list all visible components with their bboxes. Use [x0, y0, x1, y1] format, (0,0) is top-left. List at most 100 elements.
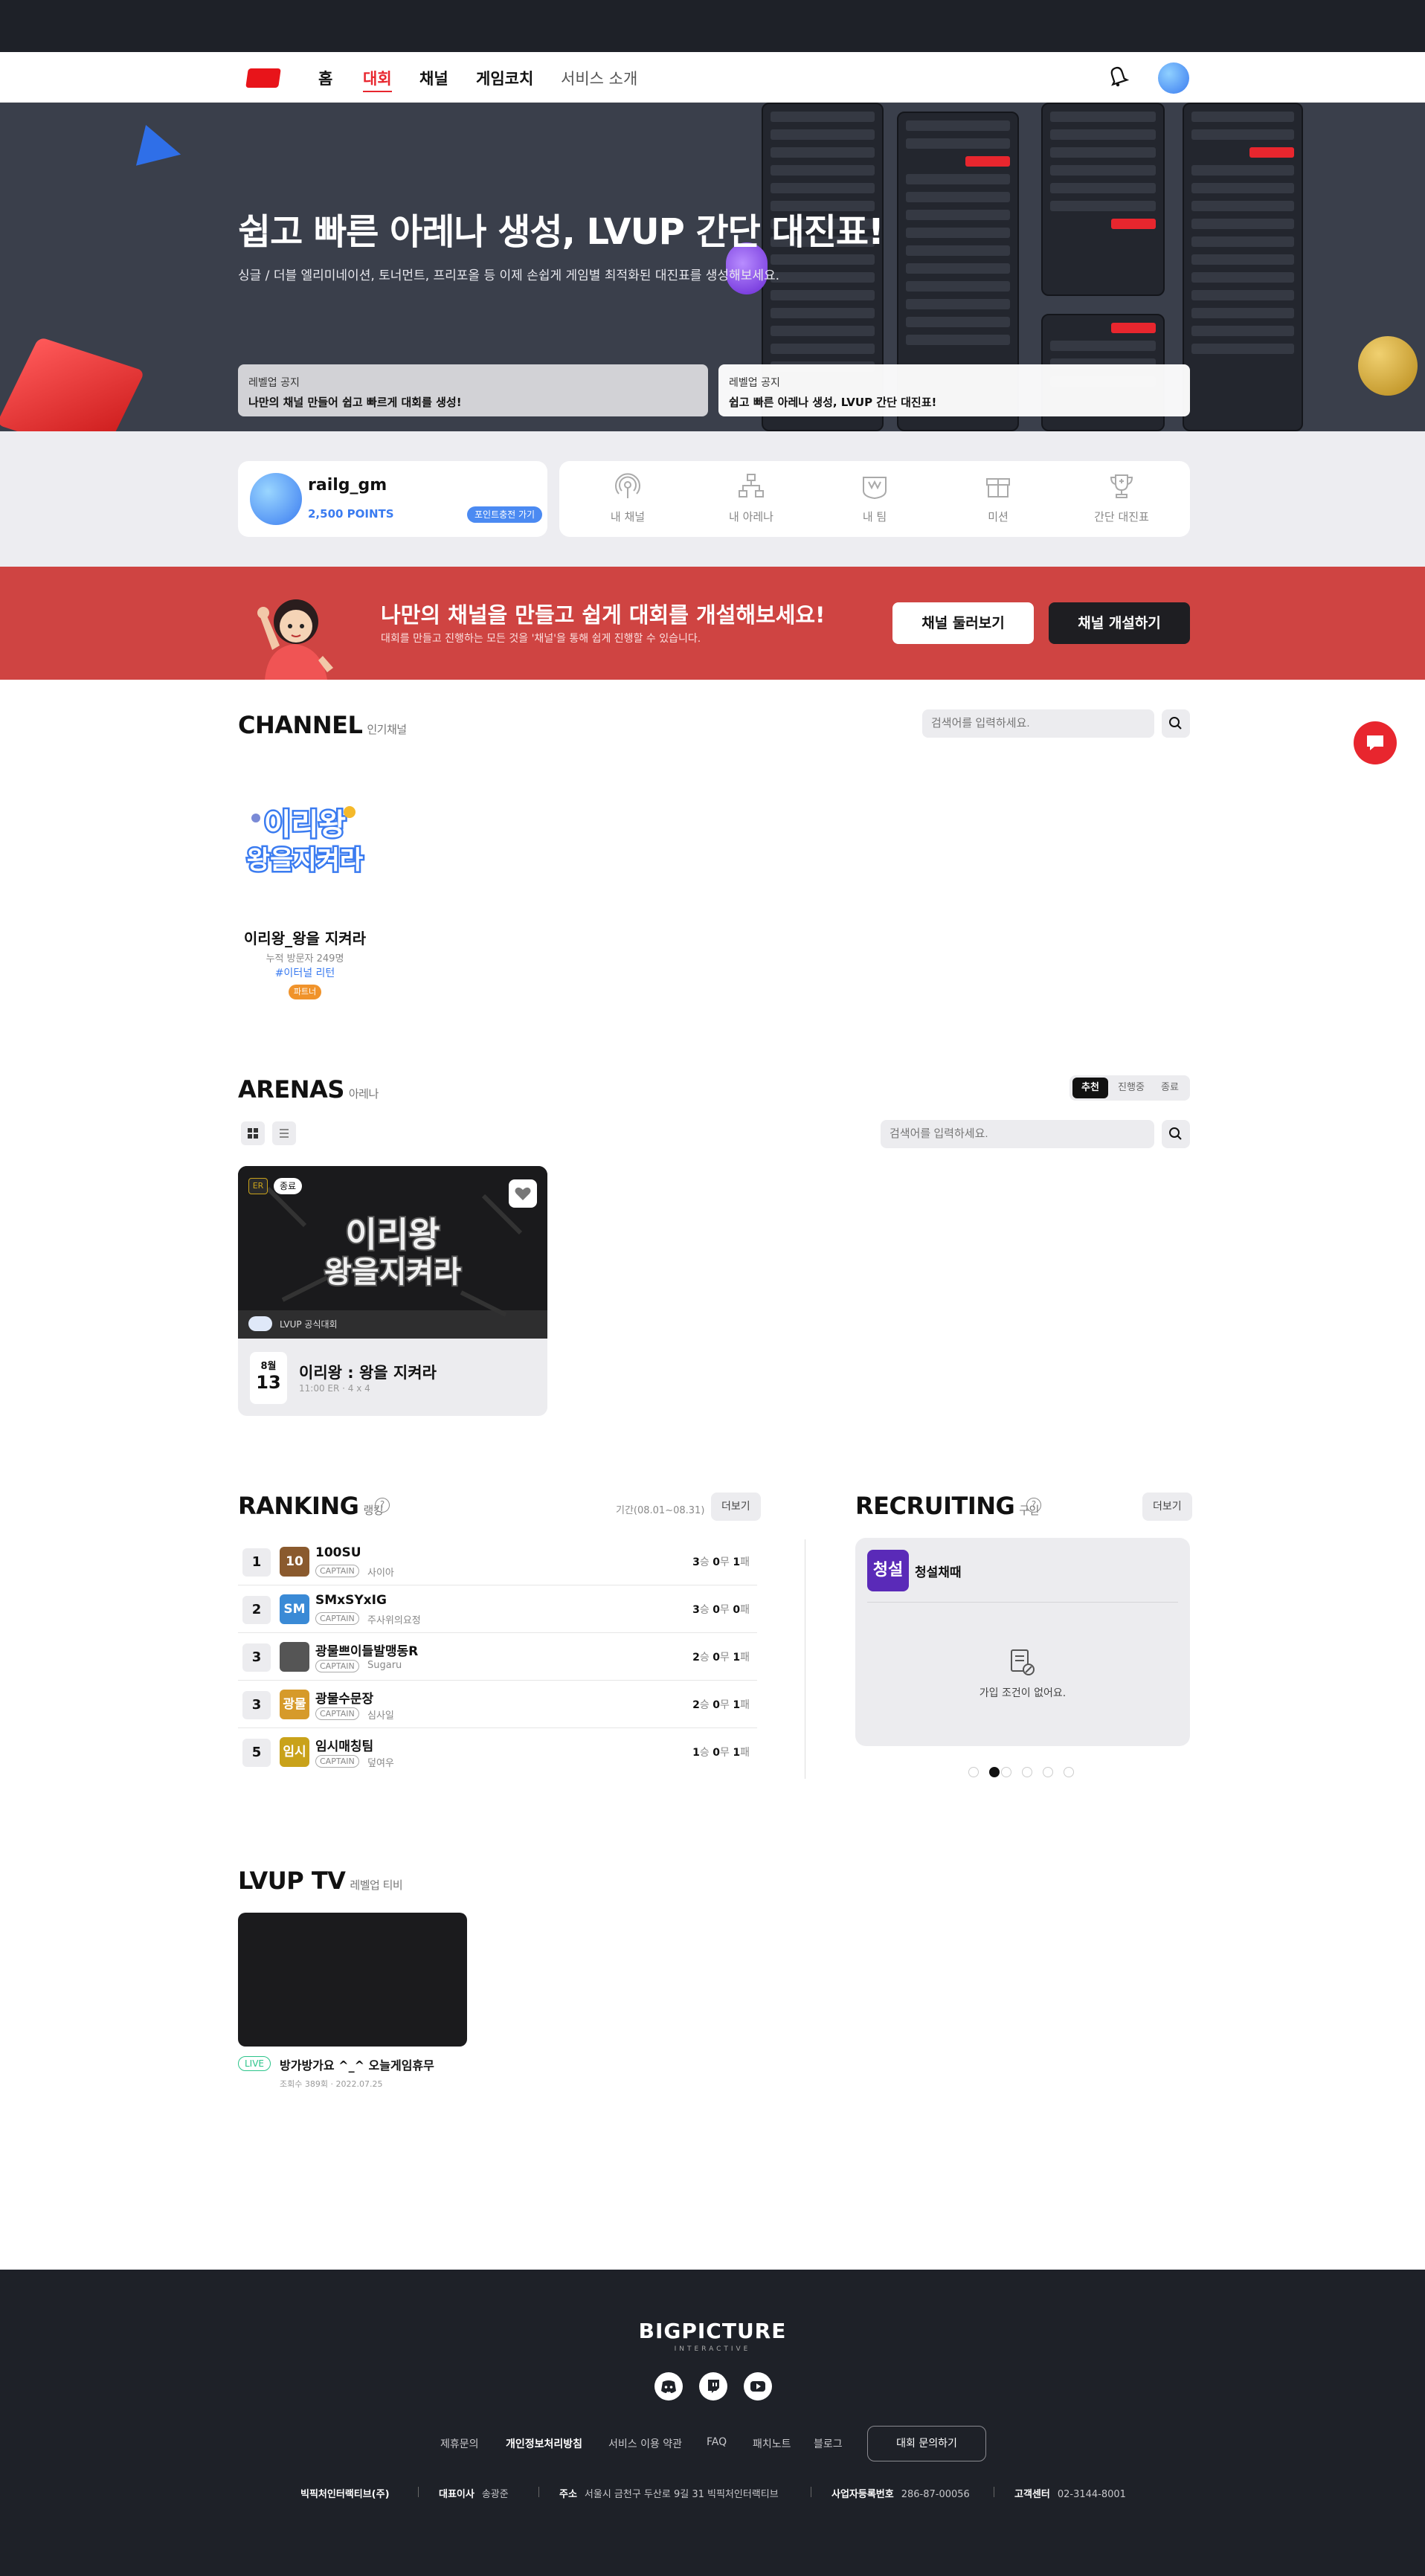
footer-separator [418, 2487, 419, 2497]
channel-visits: 누적 방문자 249명 [266, 953, 344, 965]
nav-tournament[interactable]: 대회 [363, 67, 392, 92]
chat-fab-button[interactable] [1354, 721, 1397, 764]
tv-thumbnail[interactable] [238, 1913, 467, 2047]
rank-number: 3 [242, 1643, 271, 1672]
notice-label: 레벨업 공지 [248, 377, 300, 389]
team-icon [863, 477, 887, 500]
quick-menu-mission[interactable]: 미션 [953, 471, 1043, 524]
user-avatar[interactable] [1158, 62, 1189, 94]
lvup-mini-logo [248, 1316, 272, 1331]
carousel-dot[interactable] [989, 1767, 1000, 1777]
arena-search-input[interactable] [881, 1120, 1154, 1148]
help-icon[interactable]: ? [375, 1498, 390, 1513]
channel-logo[interactable]: 이리왕 왕을지켜라 [238, 788, 372, 900]
ranking-row[interactable]: 1 10 100SU CAPTAIN 사이아 3승 0무 1패 [238, 1538, 757, 1585]
footer-link-faq[interactable]: FAQ [707, 2436, 727, 2448]
arena-meta: 11:00 ER · 4 x 4 [299, 1383, 370, 1394]
arena-search-button[interactable] [1162, 1120, 1190, 1148]
quick-menu-label: 내 채널 [610, 510, 646, 524]
quick-menu-my-arena[interactable]: 내 아레나 [707, 471, 796, 524]
help-icon[interactable]: ? [1026, 1498, 1041, 1513]
quick-menu-label: 간단 대진표 [1094, 510, 1149, 524]
carousel-dot[interactable] [1043, 1767, 1053, 1777]
ranking-row[interactable]: 2 SM SMxSYxIG CAPTAIN 주사위의요정 3승 0무 0패 [238, 1585, 757, 1633]
notice-label: 레벨업 공지 [729, 377, 780, 389]
hero-title: 쉽고 빠른 아레나 생성, LVUP 간단 대진표! [238, 211, 884, 253]
profile-username: railg_gm [308, 476, 387, 495]
create-channel-button[interactable]: 채널 개설하기 [1049, 602, 1190, 644]
lvup-logo[interactable] [245, 68, 281, 88]
channel-name[interactable]: 이리왕_왕을 지켜라 [238, 927, 372, 948]
team-name: 임시매칭팀 [315, 1739, 374, 1754]
favorite-button[interactable] [509, 1179, 537, 1208]
quick-menu-label: 미션 [988, 510, 1009, 524]
ranking-row[interactable]: 3 광물쁘이들발맹동R CAPTAIN Sugaru 2승 0무 1패 [238, 1633, 757, 1681]
carousel-dot[interactable] [1001, 1767, 1011, 1777]
team-logo: 광물 [280, 1690, 309, 1719]
hero-mockup-phone [1183, 103, 1303, 431]
list-icon [280, 1129, 289, 1138]
arenas-section-title: ARENAS 아레나 [238, 1075, 379, 1104]
discord-icon[interactable] [654, 2372, 683, 2400]
rank-number: 2 [242, 1596, 271, 1624]
browse-channels-button[interactable]: 채널 둘러보기 [892, 602, 1034, 644]
footer-link-patch-notes[interactable]: 패치노트 [753, 2436, 791, 2451]
tab-recommended[interactable]: 추천 [1072, 1078, 1108, 1098]
document-icon [1009, 1648, 1037, 1681]
footer-link-privacy[interactable]: 개인정보처리방침 [506, 2436, 582, 2451]
ranking-title: RANKING [238, 1492, 359, 1520]
notice-card[interactable]: 레벨업 공지 쉽고 빠른 아레나 생성, LVUP 간단 대진표! [718, 364, 1190, 416]
heart-icon [515, 1187, 531, 1200]
contact-tournament-button[interactable]: 대회 문의하기 [867, 2426, 986, 2461]
team-name: 100SU [315, 1545, 361, 1560]
tab-ended[interactable]: 종료 [1153, 1078, 1187, 1098]
team-name: 광물쁘이들발맹동R [315, 1644, 419, 1659]
footer-link-partnership[interactable]: 제휴문의 [440, 2436, 479, 2451]
tv-video-title[interactable]: 방가방가요 ^_^ 오늘게임휴무 [280, 2055, 434, 2073]
tv-title: LVUP TV [238, 1867, 346, 1895]
list-view-button[interactable] [272, 1121, 296, 1145]
charge-points-button[interactable]: 포인트충전 가기 [467, 506, 543, 523]
nav-service-intro[interactable]: 서비스 소개 [561, 67, 637, 89]
quick-menu-simple-bracket[interactable]: 간단 대진표 [1077, 471, 1166, 524]
mascot-illustration [250, 573, 347, 680]
youtube-icon[interactable] [744, 2372, 772, 2400]
arenas-title: ARENAS [238, 1075, 344, 1104]
nav-game-coach[interactable]: 게임코치 [476, 67, 533, 89]
footer-logo: BIGPICTURE [638, 2319, 787, 2343]
nav-home[interactable]: 홈 [318, 67, 332, 89]
carousel-dot[interactable] [1022, 1767, 1032, 1777]
profile-avatar[interactable] [250, 473, 302, 525]
ranking-row[interactable]: 3 광물 광물수문장 CAPTAIN 심사일 2승 0무 1패 [238, 1681, 757, 1728]
notice-card[interactable]: 레벨업 공지 나만의 채널 만들어 쉽고 빠르게 대회를 생성! [238, 364, 708, 416]
ranking-row[interactable]: 5 임시 임시매칭팀 CAPTAIN 덮여우 1승 0무 1패 [238, 1728, 757, 1776]
ranking-more-button[interactable]: 더보기 [711, 1493, 761, 1521]
twitch-icon[interactable] [699, 2372, 727, 2400]
notice-text: 나만의 채널 만들어 쉽고 빠르게 대회를 생성! [248, 396, 462, 409]
footer-link-terms[interactable]: 서비스 이용 약관 [608, 2436, 682, 2451]
captain-badge: CAPTAIN [315, 1612, 359, 1625]
recruiting-section-title: RECRUITING 구인 [855, 1492, 1039, 1520]
tab-in-progress[interactable]: 진행중 [1111, 1078, 1151, 1098]
team-record: 3승 0무 1패 [692, 1556, 750, 1568]
team-logo [280, 1642, 309, 1672]
quick-menu-my-channel[interactable]: 내 채널 [583, 471, 672, 524]
carousel-dot[interactable] [1064, 1767, 1074, 1777]
team-logo: 10 [280, 1547, 309, 1577]
bell-icon[interactable] [1107, 64, 1130, 88]
carousel-dot[interactable] [968, 1767, 979, 1777]
channel-search-button[interactable] [1162, 709, 1190, 738]
footer-link-blog[interactable]: 블로그 [814, 2436, 843, 2451]
channel-game-tag[interactable]: #이터널 리턴 [238, 965, 372, 980]
channel-search-input[interactable] [922, 709, 1154, 738]
nav-channel[interactable]: 채널 [419, 67, 448, 89]
recruit-team-name: 청설채때 [915, 1565, 962, 1580]
quick-menu-label: 내 아레나 [729, 510, 773, 524]
team-record: 1승 0무 1패 [692, 1747, 750, 1759]
recruiting-more-button[interactable]: 더보기 [1142, 1493, 1192, 1521]
bracket-icon [739, 474, 764, 498]
broadcast-icon [615, 473, 640, 498]
trophy-icon [1110, 474, 1133, 498]
grid-view-button[interactable] [241, 1121, 265, 1145]
quick-menu-my-team[interactable]: 내 팀 [830, 471, 919, 524]
